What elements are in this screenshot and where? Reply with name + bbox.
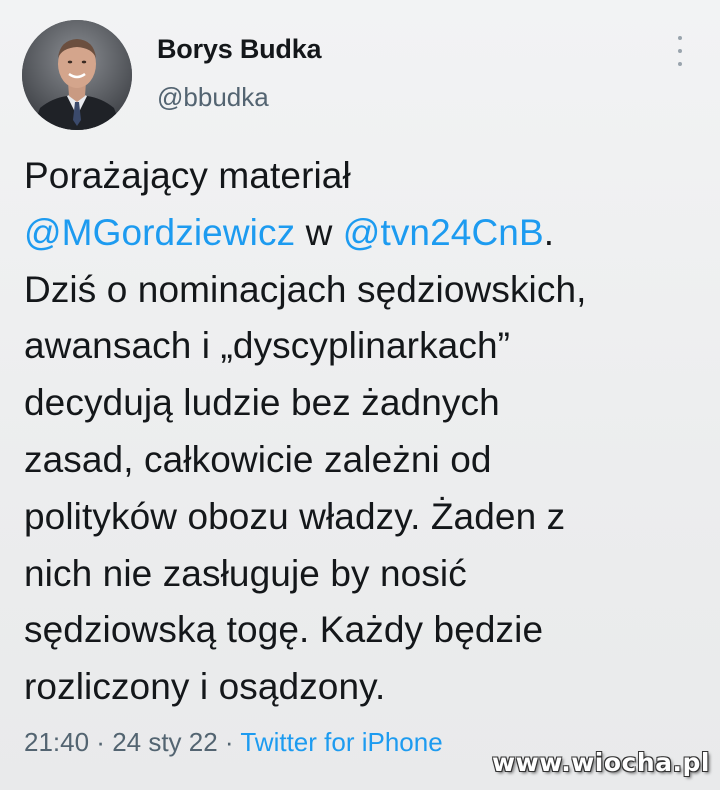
tweet-text-segment: Porażający materiał <box>24 155 351 196</box>
tweet-text-line: polityków obozu władzy. Żaden z <box>24 489 704 546</box>
tweet-text-line: awansach i „dyscyplinarkach” <box>24 318 704 375</box>
tweet-text-line: Dziś o nominacjach sędziowskich, <box>24 262 704 319</box>
tweet-text-segment: Dziś o nominacjach sędziowskich, <box>24 268 587 310</box>
tweet-text-segment: polityków obozu władzy. Żaden z <box>24 495 566 537</box>
author-name[interactable]: Borys Budka <box>157 34 322 65</box>
mention-link[interactable]: @tvn24CnB <box>343 212 544 253</box>
tweet-text-line: rozliczony i osądzony. <box>24 659 704 716</box>
profile-photo <box>22 20 132 130</box>
more-vertical-icon[interactable] <box>670 36 690 66</box>
tweet-text-segment: . <box>543 211 555 253</box>
tweet-time[interactable]: 21:40 <box>24 727 89 757</box>
tweet-text-line: zasad, całkowicie zależni od <box>24 432 704 489</box>
meta-separator: · <box>217 727 241 757</box>
more-dot <box>678 62 682 66</box>
meta-separator: · <box>89 727 113 757</box>
more-dot <box>678 49 682 53</box>
tweet-metadata: 21:40 · 24 sty 22 · Twitter for iPhone <box>24 727 443 758</box>
tweet-text-segment: decydują ludzie bez żadnych <box>24 382 500 424</box>
watermark: www.wiocha.pl <box>492 748 710 777</box>
tweet-source-link[interactable]: Twitter for iPhone <box>240 727 442 757</box>
tweet-text-segment: nich nie zasługuje by nosić <box>24 552 467 594</box>
author-handle[interactable]: @bbudka <box>157 82 269 113</box>
tweet-text-segment: sędziowską togę. Każdy będzie <box>24 609 544 651</box>
tweet-text-line: nich nie zasługuje by nosić <box>24 546 704 603</box>
tweet-text-line: @MGordziewicz w @tvn24CnB. <box>24 205 704 262</box>
tweet-text-line: decydują ludzie bez żadnych <box>24 375 704 432</box>
tweet-text-segment: awansach i „dyscyplinarkach” <box>24 325 511 367</box>
tweet-text-segment: rozliczony i osądzony. <box>24 666 386 708</box>
avatar[interactable] <box>22 20 132 130</box>
tweet-text-segment: w <box>295 211 343 253</box>
tweet-text: Porażający materiał @MGordziewicz w @tvn2… <box>24 148 704 716</box>
more-dot <box>678 36 682 40</box>
tweet-card: Borys Budka @bbudka Porażający materiał @… <box>0 0 720 790</box>
tweet-text-segment: zasad, całkowicie zależni od <box>24 438 492 480</box>
mention-link[interactable]: @MGordziewicz <box>24 212 295 253</box>
tweet-text-line: Porażający materiał <box>24 148 704 205</box>
tweet-text-line: sędziowską togę. Każdy będzie <box>24 602 704 659</box>
tweet-date[interactable]: 24 sty 22 <box>112 727 218 757</box>
